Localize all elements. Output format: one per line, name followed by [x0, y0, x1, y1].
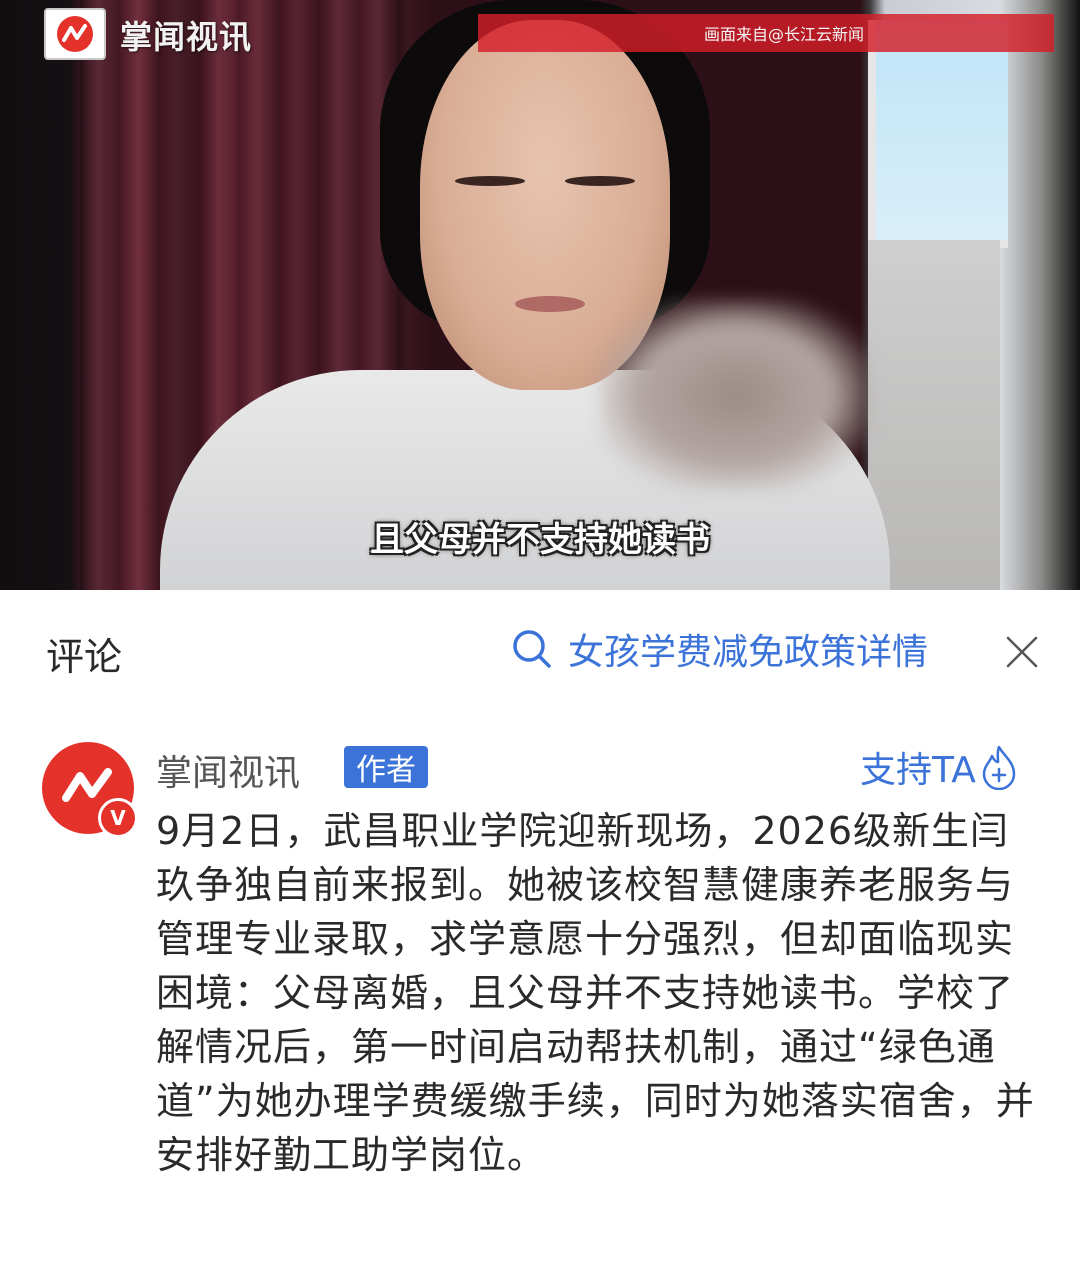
- channel-logo-text: 掌闻视讯: [120, 18, 253, 56]
- source-banner: 画面来自@长江云新闻: [478, 14, 1054, 52]
- person-mouth: [515, 296, 585, 312]
- person-eye: [565, 176, 635, 186]
- verified-badge: V: [98, 798, 138, 838]
- comment-item: V 掌闻视讯 作者 支持TA 9月2日，武昌职业学院迎新现场，2026级新生闫玖…: [0, 720, 1080, 1282]
- flame-plus-icon: [982, 745, 1016, 790]
- source-label: 画面来自@长江云新闻: [703, 25, 864, 44]
- comments-title: 评论: [46, 635, 123, 679]
- search-icon: [513, 630, 551, 668]
- support-label: 支持TA: [860, 750, 976, 791]
- video-subtitle: 且父母并不支持她读书: [370, 520, 710, 560]
- video-player[interactable]: 掌闻视讯 画面来自@长江云新闻 且父母并不支持她读书: [0, 0, 1080, 590]
- author-tag: 作者: [344, 746, 428, 788]
- channel-logo-icon: [44, 8, 106, 60]
- related-search-link[interactable]: 女孩学费减免政策详情: [510, 624, 928, 674]
- support-button[interactable]: 支持TA: [860, 742, 1018, 792]
- comment-author[interactable]: 掌闻视讯: [156, 744, 300, 796]
- close-icon[interactable]: [1002, 632, 1042, 672]
- blurred-region: [600, 300, 870, 490]
- comments-header: 评论 女孩学费减免政策详情: [0, 590, 1080, 720]
- related-search-label: 女孩学费减免政策详情: [568, 632, 929, 673]
- window-background: [868, 20, 1008, 248]
- comment-text: 9月2日，武昌职业学院迎新现场，2026级新生闫玖争独自前来报到。她被该校智慧健…: [156, 809, 1035, 1177]
- person-eye: [455, 176, 525, 186]
